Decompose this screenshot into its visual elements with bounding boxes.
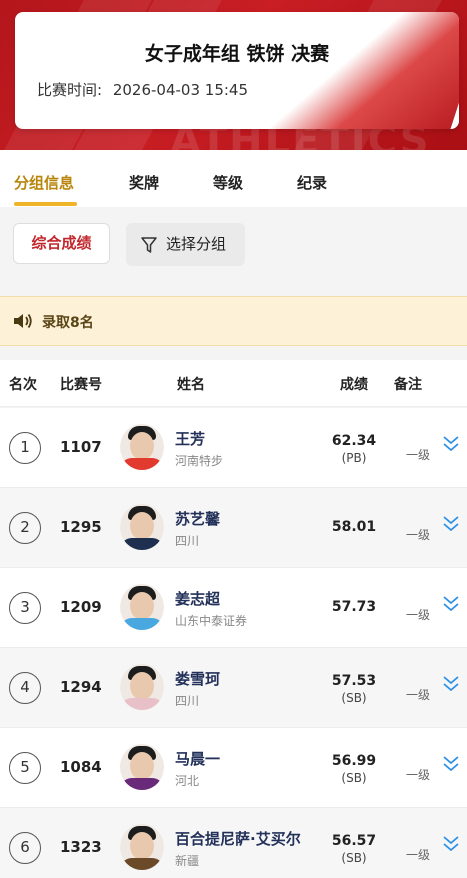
athlete-grade: 一级: [406, 608, 431, 622]
result-mark: 58.01: [331, 519, 377, 535]
bib-number: 1323: [60, 838, 102, 856]
event-time-label: 比赛时间:: [37, 81, 103, 99]
athlete-avatar: [120, 424, 164, 470]
bib-number: 1209: [60, 598, 102, 616]
results-table-header: 名次 比赛号 姓名 成绩 备注: [0, 360, 467, 407]
bib-number: 1294: [60, 678, 102, 696]
athlete-avatar: [120, 584, 164, 630]
athlete-team: 河北: [175, 774, 200, 788]
tab-medals[interactable]: 奖牌: [129, 172, 159, 193]
select-group-button[interactable]: 选择分组: [126, 223, 245, 266]
result-mark-note: (SB): [341, 851, 367, 865]
athlete-team: 新疆: [175, 854, 200, 868]
table-row[interactable]: 3 1209 姜志超 山东中泰证券 57.73 一级: [0, 568, 467, 648]
athlete-name[interactable]: 马晨一: [175, 748, 220, 769]
chevron-down-icon[interactable]: [442, 434, 460, 454]
rank-badge: 3: [9, 592, 41, 624]
header-banner: ATHLETICS 女子成年组 铁饼 决赛 比赛时间: 2026-04-03 1…: [0, 0, 467, 150]
athlete-grade: 一级: [406, 448, 431, 462]
result-mark-note: (SB): [341, 691, 367, 705]
overall-score-button[interactable]: 综合成绩: [13, 223, 110, 264]
chevron-down-icon[interactable]: [442, 754, 460, 774]
tab-group-info[interactable]: 分组信息: [14, 172, 74, 193]
select-group-label: 选择分组: [166, 235, 227, 253]
qualification-notice: 录取8名: [0, 296, 467, 346]
rank-badge: 5: [9, 752, 41, 784]
athlete-name[interactable]: 百合提尼萨·艾买尔: [175, 828, 301, 849]
athlete-grade: 一级: [406, 688, 431, 702]
table-row[interactable]: 6 1323 百合提尼萨·艾买尔 新疆 56.57 (SB) 一级: [0, 808, 467, 878]
bib-number: 1084: [60, 758, 102, 776]
filter-icon: [141, 237, 157, 253]
rank-badge: 4: [9, 672, 41, 704]
tab-active-indicator: [14, 202, 77, 206]
header-name: 姓名: [177, 377, 205, 393]
table-row[interactable]: 5 1084 马晨一 河北 56.99 (SB) 一级: [0, 728, 467, 808]
athlete-avatar: [120, 744, 164, 790]
rank-badge: 6: [9, 832, 41, 864]
header-mark: 成绩: [340, 377, 368, 393]
athlete-name[interactable]: 苏艺馨: [175, 508, 220, 529]
event-info-card: 女子成年组 铁饼 决赛 比赛时间: 2026-04-03 15:45: [15, 12, 459, 129]
rank-badge: 1: [9, 432, 41, 464]
athlete-team: 河南特步: [175, 454, 224, 468]
event-time-value: 2026-04-03 15:45: [112, 81, 249, 99]
bib-number: 1295: [60, 518, 102, 536]
athlete-avatar: [120, 664, 164, 710]
chevron-down-icon[interactable]: [442, 834, 460, 854]
tab-grades[interactable]: 等级: [213, 172, 243, 193]
athlete-grade: 一级: [406, 768, 431, 782]
card-decoration: [239, 12, 459, 129]
result-mark-note: (PB): [341, 451, 367, 465]
athlete-name[interactable]: 王芳: [175, 428, 205, 449]
athlete-grade: 一级: [406, 528, 431, 542]
header-bib: 比赛号: [60, 377, 102, 393]
bib-number: 1107: [60, 438, 102, 456]
result-mark-note: (SB): [341, 771, 367, 785]
athlete-avatar: [120, 824, 164, 870]
tab-records[interactable]: 纪录: [297, 172, 327, 193]
event-title: 女子成年组 铁饼 决赛: [144, 43, 330, 65]
rank-badge: 2: [9, 512, 41, 544]
result-mark: 57.73: [331, 599, 377, 615]
result-mark: 62.34: [331, 433, 377, 449]
chevron-down-icon[interactable]: [442, 514, 460, 534]
event-time: 比赛时间: 2026-04-03 15:45: [37, 79, 248, 100]
chevron-down-icon[interactable]: [442, 594, 460, 614]
result-mark: 56.57: [331, 833, 377, 849]
speaker-icon: [14, 313, 32, 329]
table-row[interactable]: 1 1107 王芳 河南特步 62.34 (PB) 一级: [0, 408, 467, 488]
athlete-team: 山东中泰证券: [175, 614, 248, 628]
header-rank: 名次: [9, 377, 37, 393]
tab-bar: 分组信息 奖牌 等级 纪录: [0, 150, 467, 207]
athlete-grade: 一级: [406, 848, 431, 862]
header-note: 备注: [394, 377, 422, 393]
athlete-name[interactable]: 姜志超: [175, 588, 220, 609]
athlete-name[interactable]: 娄雪珂: [175, 668, 220, 689]
result-mark: 56.99: [331, 753, 377, 769]
table-row[interactable]: 2 1295 苏艺馨 四川 58.01 一级: [0, 488, 467, 568]
athlete-team: 四川: [175, 534, 200, 548]
athlete-team: 四川: [175, 694, 200, 708]
athlete-avatar: [120, 504, 164, 550]
table-row[interactable]: 4 1294 娄雪珂 四川 57.53 (SB) 一级: [0, 648, 467, 728]
notice-text: 录取8名: [42, 315, 94, 331]
result-mark: 57.53: [331, 673, 377, 689]
chevron-down-icon[interactable]: [442, 674, 460, 694]
